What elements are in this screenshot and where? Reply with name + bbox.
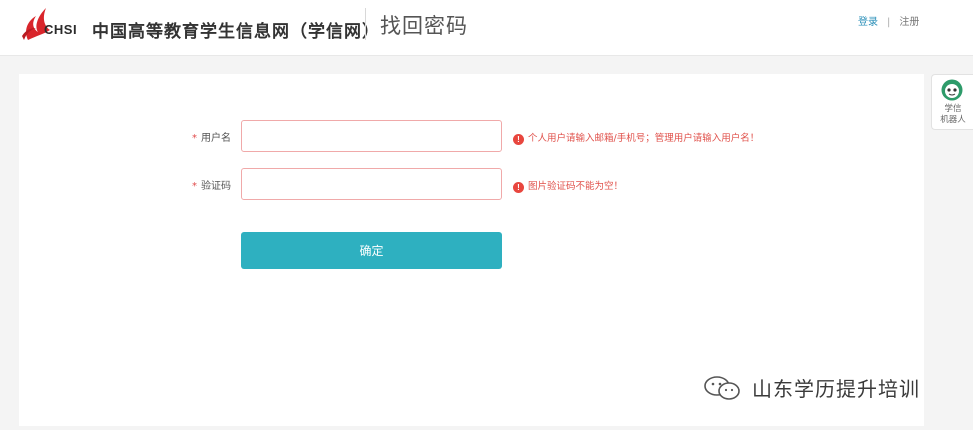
username-label: * 用户名 <box>192 133 231 144</box>
watermark-text: 山东学历提升培训 <box>752 377 920 401</box>
username-error-text: 个人用户请输入邮箱/手机号；管理用户请输入用户名！ <box>528 133 760 144</box>
exclamation-circle-icon: ! <box>513 134 524 145</box>
username-input[interactable] <box>241 120 502 152</box>
register-link[interactable]: 注册 <box>899 17 919 28</box>
site-header: CHSI 中国高等教育学生信息网（学信网） 找回密码 登录 | 注册 <box>0 0 973 56</box>
wechat-icon <box>704 376 740 400</box>
top-links: 登录 | 注册 <box>858 13 919 28</box>
robot-assistant-button[interactable]: 学信 机器人 <box>931 74 973 130</box>
login-link[interactable]: 登录 <box>858 17 878 28</box>
link-separator: | <box>887 17 891 28</box>
page-title: 找回密码 <box>380 14 468 38</box>
site-name[interactable]: 中国高等教育学生信息网（学信网） <box>92 17 380 42</box>
username-error: ! 个人用户请输入邮箱/手机号；管理用户请输入用户名！ <box>513 130 759 145</box>
exclamation-circle-icon: ! <box>513 182 524 193</box>
captcha-error: ! 图片验证码不能为空！ <box>513 178 623 193</box>
robot-avatar-icon <box>941 79 963 101</box>
confirm-button[interactable]: 确定 <box>241 232 502 269</box>
logo-text: CHSI <box>44 22 78 37</box>
captcha-input[interactable] <box>241 168 502 200</box>
robot-label: 学信 机器人 <box>940 104 966 125</box>
required-mark: * <box>192 181 197 192</box>
header-divider <box>365 8 366 40</box>
captcha-error-text: 图片验证码不能为空！ <box>528 181 624 192</box>
captcha-label: * 验证码 <box>192 181 231 192</box>
required-mark: * <box>192 133 197 144</box>
